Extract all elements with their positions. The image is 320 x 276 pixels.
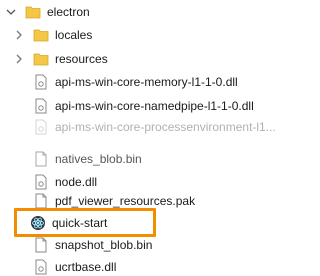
dll-file-icon bbox=[33, 98, 49, 114]
tree-item-label: api-ms-win-core-memory-l1-1-0.dll bbox=[55, 75, 238, 89]
tree-item-locales[interactable]: locales bbox=[14, 26, 92, 44]
dll-file-icon bbox=[33, 119, 49, 135]
tree-item-resources[interactable]: resources bbox=[14, 50, 108, 68]
folder-icon bbox=[25, 4, 41, 20]
folder-icon bbox=[33, 27, 49, 43]
tree-item-file[interactable]: api-ms-win-core-processenvironment-l1... bbox=[33, 118, 276, 136]
folder-icon bbox=[33, 51, 49, 67]
tree-item-label: snapshot_blob.bin bbox=[55, 238, 153, 252]
dll-file-icon bbox=[33, 174, 49, 190]
tree-item-file[interactable]: node.dll bbox=[33, 173, 97, 191]
tree-item-label: locales bbox=[55, 28, 93, 42]
tree-item-label: quick-start bbox=[52, 216, 108, 230]
chevron-right-icon[interactable] bbox=[14, 30, 24, 40]
tree-item-file[interactable]: api-ms-win-core-namedpipe-l1-1-0.dll bbox=[33, 97, 254, 115]
file-icon bbox=[33, 237, 49, 253]
tree-item-quick-start[interactable]: quick-start bbox=[30, 214, 107, 232]
tree-item-label: resources bbox=[55, 52, 108, 66]
tree-item-label: natives_blob.bin bbox=[55, 152, 142, 166]
file-icon bbox=[33, 193, 49, 209]
tree-item-file[interactable]: snapshot_blob.bin bbox=[33, 236, 152, 254]
tree-item-label: node.dll bbox=[55, 175, 98, 189]
file-icon bbox=[33, 151, 49, 167]
chevron-down-icon[interactable] bbox=[6, 7, 16, 17]
tree-item-label: api-ms-win-core-namedpipe-l1-1-0.dll bbox=[55, 99, 254, 113]
chevron-right-icon[interactable] bbox=[14, 54, 24, 64]
tree-item-electron[interactable]: electron bbox=[6, 3, 90, 21]
tree-item-file[interactable]: natives_blob.bin bbox=[33, 150, 142, 168]
tree-item-file[interactable]: ucrtbase.dll bbox=[33, 258, 116, 276]
tree-item-file[interactable]: api-ms-win-core-memory-l1-1-0.dll bbox=[33, 73, 238, 91]
tree-item-label: api-ms-win-core-processenvironment-l1... bbox=[55, 120, 276, 134]
dll-file-icon bbox=[33, 259, 49, 275]
tree-item-label: ucrtbase.dll bbox=[55, 260, 117, 274]
electron-app-icon bbox=[30, 215, 46, 231]
tree-item-label: electron bbox=[47, 5, 90, 19]
dll-file-icon bbox=[33, 74, 49, 90]
